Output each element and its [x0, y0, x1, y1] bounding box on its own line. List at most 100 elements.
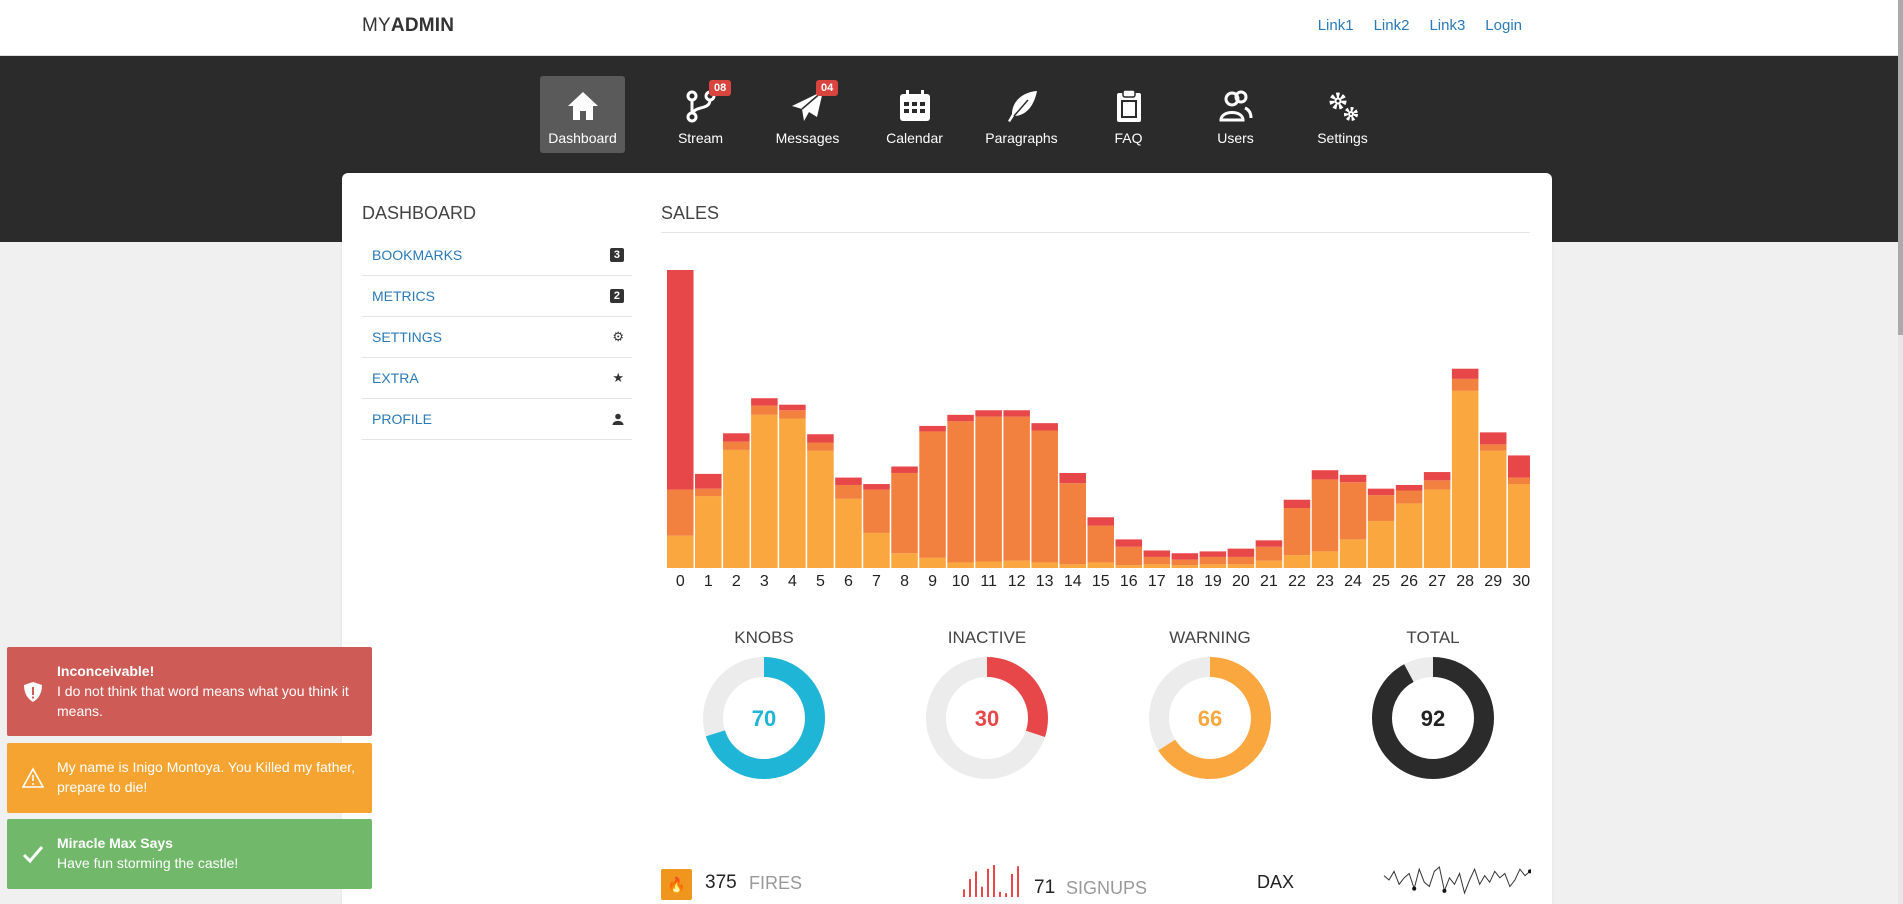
star-icon: ★ [612, 370, 624, 385]
spark-bar [1005, 893, 1007, 897]
bar-segment [723, 433, 750, 442]
bar-segment [1059, 483, 1086, 565]
nav-messages[interactable]: 04 Messages [754, 76, 861, 153]
users-icon [1218, 90, 1252, 122]
bar-segment [667, 270, 694, 490]
nav-calendar[interactable]: Calendar [861, 76, 968, 153]
bar-segment [695, 496, 722, 568]
x-tick-label: 18 [1176, 573, 1194, 588]
sidebar-item-profile[interactable]: PROFILE [362, 399, 632, 440]
x-tick-label: 9 [928, 573, 937, 588]
x-tick-label: 17 [1148, 573, 1166, 588]
toast-title: Miracle Max Says [57, 835, 173, 851]
calendar-icon [899, 90, 930, 121]
sidebar-item-settings[interactable]: SETTINGS ⚙ [362, 317, 632, 358]
bar-segment [1031, 430, 1058, 563]
bookmarks-badge: 3 [609, 248, 624, 262]
bar-segment [723, 441, 750, 450]
x-tick-label: 1 [704, 573, 713, 588]
x-tick-label: 16 [1120, 573, 1138, 588]
sidebar-item-label[interactable]: BOOKMARKS [372, 247, 462, 263]
bar-segment [1451, 378, 1479, 391]
nav-paragraphs[interactable]: Paragraphs [968, 76, 1075, 153]
warning-toast[interactable]: My name is Inigo Montoya. You Killed my … [7, 743, 372, 813]
bar-segment [1479, 444, 1507, 451]
divider [661, 232, 1530, 233]
link2[interactable]: Link2 [1374, 17, 1410, 34]
bar-segment [1507, 484, 1530, 568]
nav-settings[interactable]: Settings [1289, 76, 1396, 153]
sidebar-item-metrics[interactable]: METRICS 2 [362, 276, 632, 317]
bar-segment [1451, 390, 1479, 568]
bar-segment [947, 562, 974, 568]
scrollbar-thumb[interactable] [1898, 0, 1903, 335]
bar-segment [919, 425, 946, 432]
dax-label: DAX [1257, 872, 1295, 892]
success-toast[interactable]: Miracle Max Says Have fun storming the c… [7, 819, 372, 889]
bar-segment [1171, 553, 1199, 560]
x-tick-label: 2 [732, 573, 741, 588]
nav-faq[interactable]: FAQ [1075, 76, 1182, 153]
sidebar-item-extra[interactable]: EXTRA ★ [362, 358, 632, 399]
bar-segment [1311, 479, 1339, 552]
sidebar-item-bookmarks[interactable]: BOOKMARKS 3 [362, 235, 632, 276]
sidebar-item-label[interactable]: SETTINGS [372, 329, 442, 345]
link3[interactable]: Link3 [1429, 17, 1465, 34]
bar-segment [1367, 520, 1395, 568]
x-tick-label: 28 [1456, 573, 1474, 588]
gauge-value: 66 [1198, 706, 1222, 731]
gauge-value: 70 [752, 706, 776, 731]
sidebar-item-label[interactable]: METRICS [372, 288, 435, 304]
sidebar-item-label[interactable]: EXTRA [372, 370, 419, 386]
nav-label: Settings [1317, 130, 1368, 146]
bar-segment [667, 489, 694, 536]
bar-segment [1423, 472, 1451, 481]
bar-segment [891, 466, 918, 473]
x-tick-label: 4 [788, 573, 797, 588]
bar-segment [1255, 540, 1283, 547]
bar-segment [1059, 564, 1086, 568]
bar-segment [1227, 556, 1255, 565]
spark-bar [993, 865, 995, 897]
stats-row: 🔥 375 FIRES 71 SIGNUPS DAX [661, 863, 1531, 903]
bar-segment [919, 557, 946, 568]
x-tick-label: 12 [1008, 573, 1026, 588]
bar-segment [1199, 556, 1227, 565]
nav-dashboard[interactable]: Dashboard [540, 76, 625, 153]
signups-label: SIGNUPS [1066, 878, 1148, 898]
gauge-ring: 70 [703, 657, 825, 779]
top-navbar: MYADMIN Link1 Link2 Link3 Login [0, 0, 1903, 56]
nav-stream[interactable]: 08 Stream [647, 76, 754, 153]
bar-segment [1003, 410, 1030, 417]
x-tick-label: 21 [1260, 573, 1278, 588]
spark-bar [999, 891, 1001, 897]
x-tick-label: 27 [1428, 573, 1446, 588]
signups-sparkline [963, 865, 1019, 897]
x-tick-label: 10 [952, 573, 970, 588]
bar-segment [919, 431, 946, 558]
checkmark-icon [22, 846, 44, 864]
error-toast[interactable]: Inconceivable! I do not think that word … [7, 647, 372, 736]
bar-segment [1479, 432, 1507, 445]
bar-segment [1507, 477, 1530, 485]
link1[interactable]: Link1 [1318, 17, 1354, 34]
page-scrollbar[interactable] [1898, 0, 1903, 904]
toast-message: I do not think that word means what you … [57, 683, 349, 719]
bar-segment [835, 477, 862, 485]
bar-segment [779, 404, 806, 411]
sales-bar-chart: 0 1 2 3 4 5 6 7 8 9 10 11 12 13 14 15 16 17 18 19 20 21 22 23 24… [667, 270, 1530, 588]
brand-logo[interactable]: MYADMIN [362, 15, 454, 37]
bar-segment [807, 434, 834, 443]
x-tick-label: 5 [816, 573, 825, 588]
gauge-ring: 66 [1149, 657, 1271, 779]
bar-segment [1339, 482, 1367, 540]
x-tick-label: 6 [844, 573, 853, 588]
login-link[interactable]: Login [1485, 17, 1522, 34]
nav-users[interactable]: Users [1182, 76, 1289, 153]
gears-icon [1329, 92, 1358, 121]
gauge-title: WARNING [1169, 628, 1251, 647]
bar-segment [863, 532, 890, 568]
x-tick-label: 7 [872, 573, 881, 588]
sidebar-item-label[interactable]: PROFILE [372, 411, 432, 427]
nav-label: Dashboard [548, 130, 617, 146]
